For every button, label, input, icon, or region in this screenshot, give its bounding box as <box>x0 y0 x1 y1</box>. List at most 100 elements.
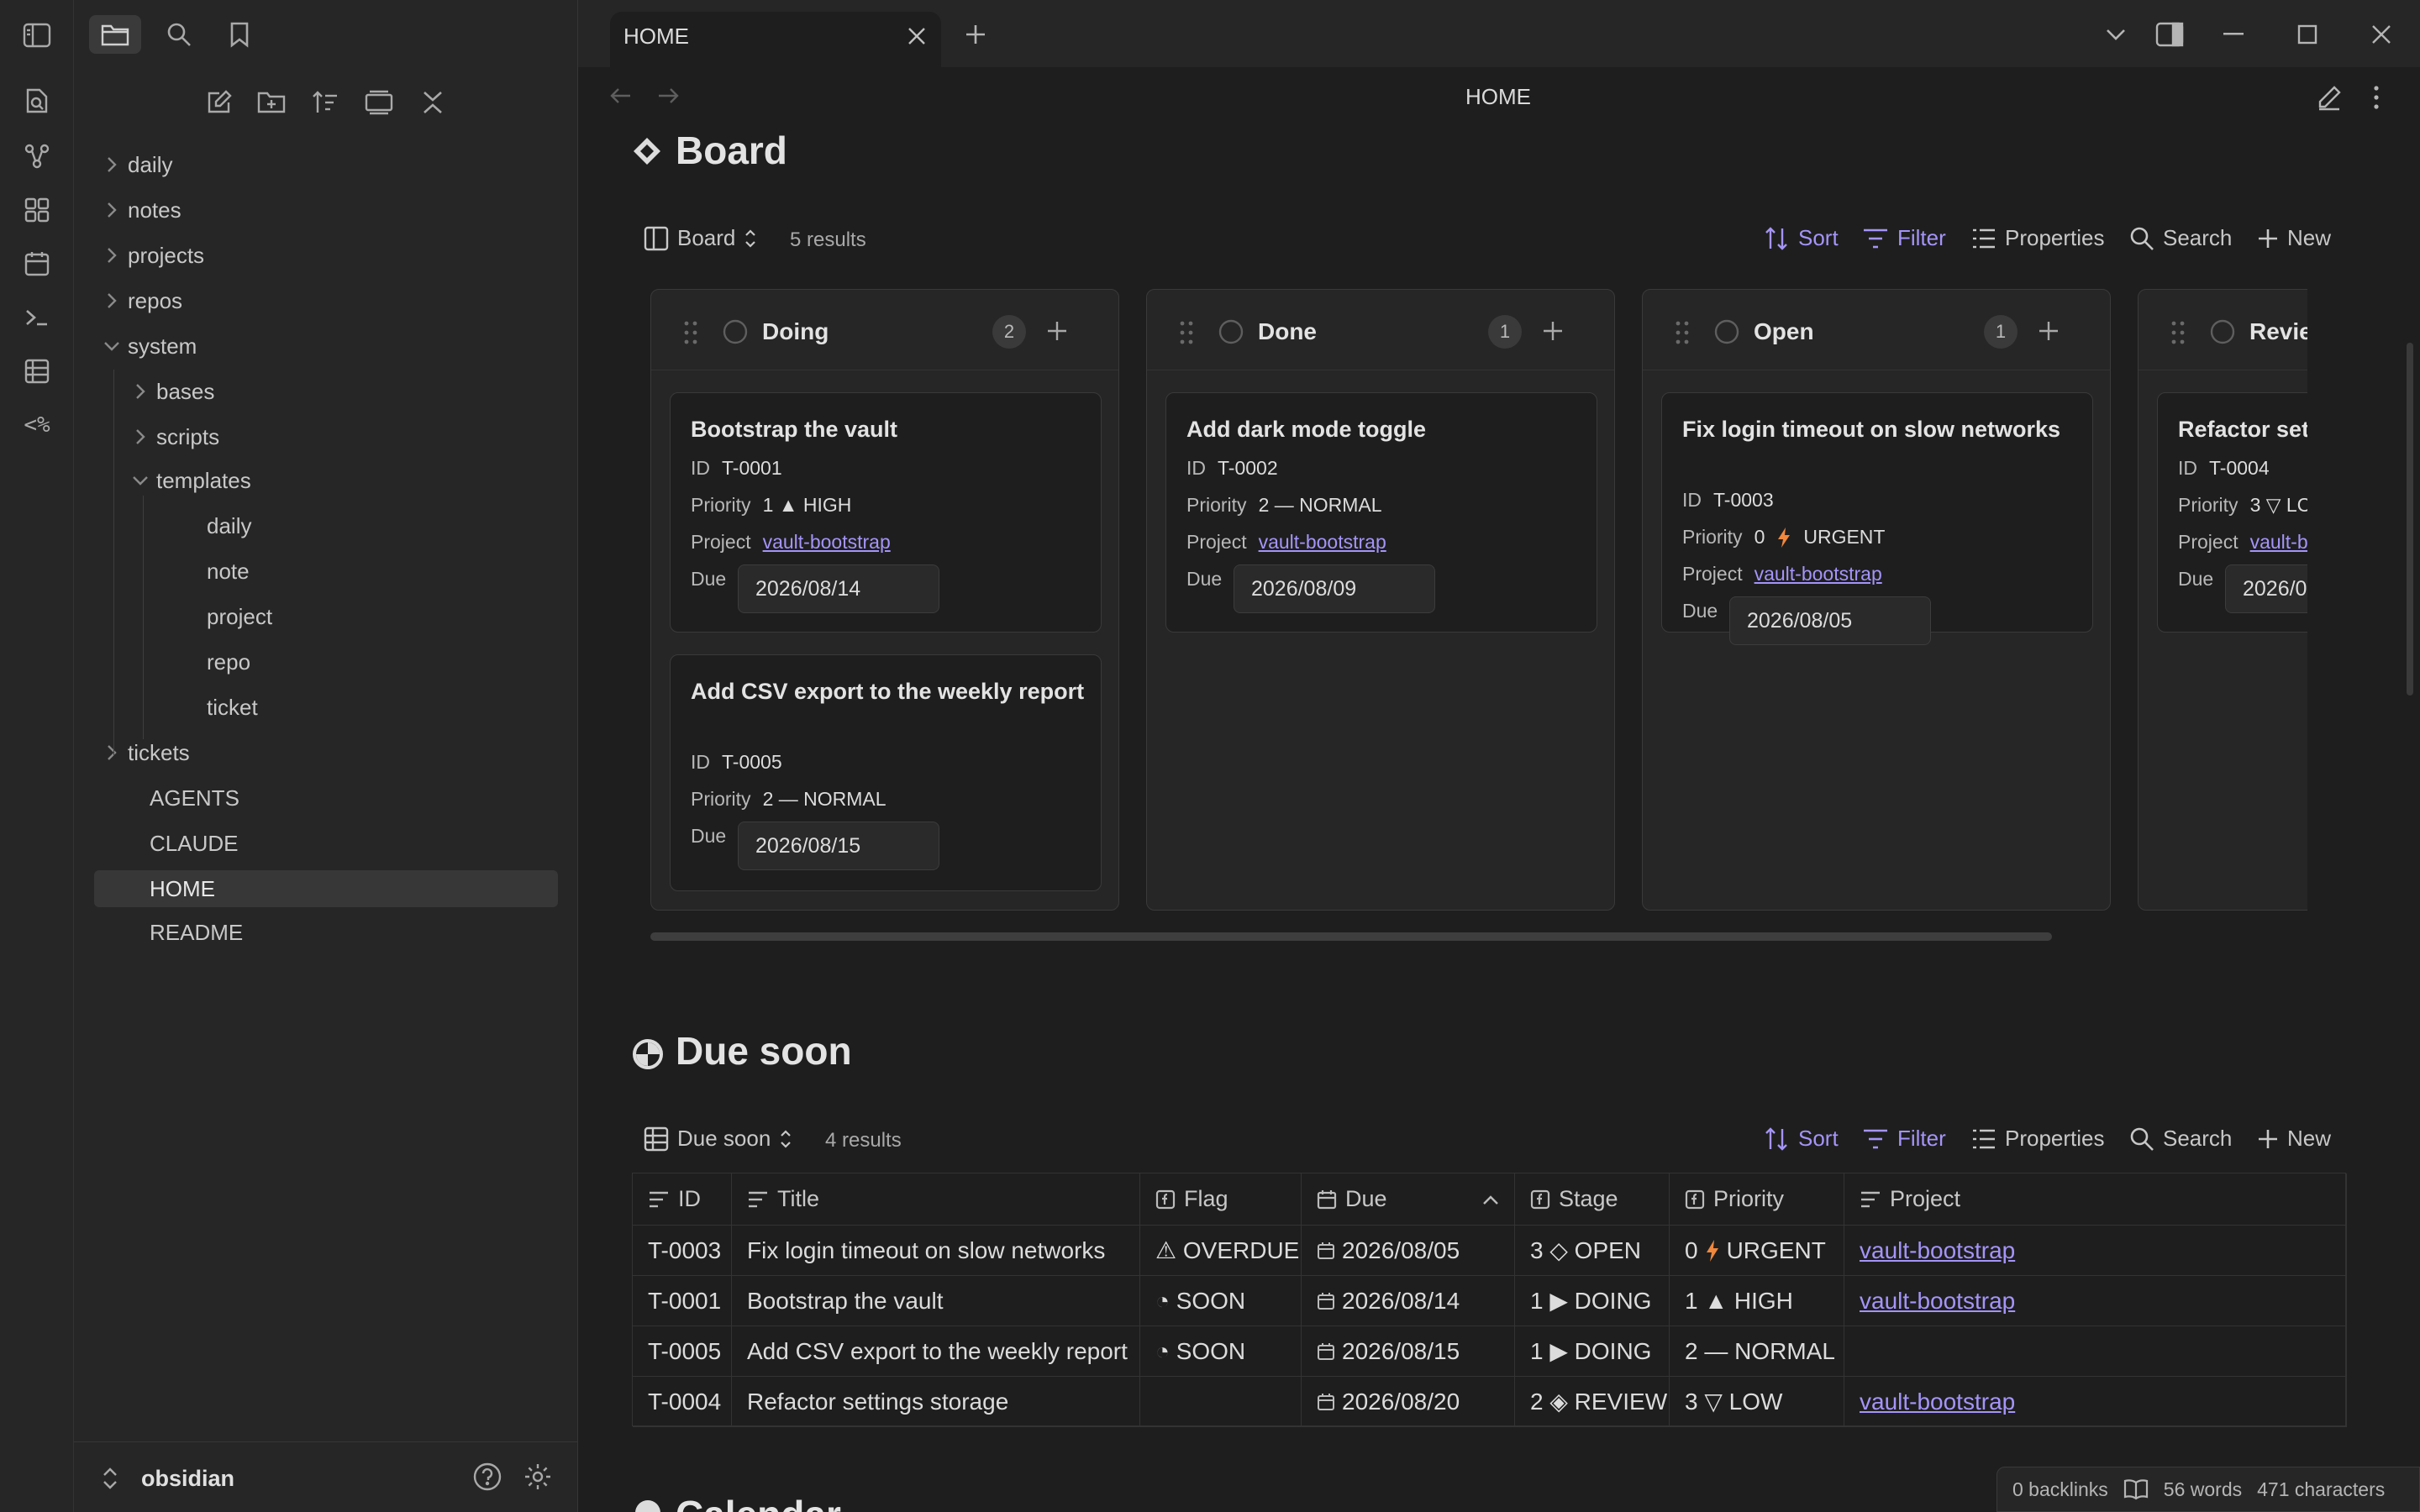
chevron-right-icon[interactable] <box>101 291 123 310</box>
due-soon-properties-button[interactable]: Properties <box>1971 1126 2105 1152</box>
table-cell-due[interactable]: 2026/08/15 <box>1302 1326 1515 1377</box>
task-card[interactable]: Fix login timeout on slow networks ID T-00… <box>1661 392 2093 645</box>
board-horizontal-scrollbar[interactable] <box>650 932 2052 941</box>
tree-file-item[interactable]: daily <box>158 507 528 544</box>
due-soon-sort-button[interactable]: Sort <box>1763 1126 1839 1152</box>
table-cell-flag[interactable]: ⚠ OVERDUE <box>1140 1226 1302 1276</box>
chevron-right-icon[interactable] <box>129 428 151 446</box>
due-soon-view-selector[interactable]: Due soon <box>644 1126 792 1152</box>
card-title[interactable]: Add CSV export to the weekly report <box>691 675 1086 707</box>
tree-folder-item[interactable]: system <box>101 328 528 365</box>
task-card[interactable]: Add dark mode toggle ID T-0002 Priority 2 — … <box>1165 392 1597 633</box>
card-title[interactable]: Bootstrap the vault <box>691 413 1086 445</box>
tree-folder-item[interactable]: bases <box>129 373 528 410</box>
column-header-flag[interactable]: Flag <box>1140 1173 1302 1226</box>
tree-file-item[interactable]: repo <box>158 643 528 680</box>
tree-file-item[interactable]: project <box>158 598 528 635</box>
column-header-title[interactable]: Title <box>732 1173 1140 1226</box>
column-header-id[interactable]: ID <box>633 1173 732 1226</box>
table-cell-project[interactable]: vault-bootstrap <box>1844 1377 2347 1427</box>
drag-handle-icon[interactable] <box>1675 320 1690 345</box>
canvas-icon[interactable] <box>18 192 55 228</box>
table-cell-flag[interactable]: ◔ SOON <box>1140 1326 1302 1377</box>
sidebar-toggle-icon[interactable] <box>18 17 55 54</box>
table-cell-stage[interactable]: 2 ◈ REVIEW <box>1515 1377 1670 1427</box>
sort-order-icon[interactable] <box>306 83 345 122</box>
page-vertical-scrollbar[interactable] <box>2407 343 2413 696</box>
due-soon-filter-button[interactable]: Filter <box>1862 1126 1946 1152</box>
table-cell-id[interactable]: T-0005 <box>633 1326 732 1377</box>
table-cell-priority[interactable]: 1 ▲ HIGH <box>1670 1276 1844 1326</box>
table-cell-project[interactable] <box>1844 1326 2347 1377</box>
graph-view-icon[interactable] <box>18 138 55 175</box>
due-soon-search-button[interactable]: Search <box>2129 1126 2232 1152</box>
table-cell-stage[interactable]: 1 ▶ DOING <box>1515 1326 1670 1377</box>
add-card-plus-icon[interactable] <box>1542 320 1564 342</box>
drag-handle-icon[interactable] <box>683 320 698 345</box>
vault-name[interactable]: obsidian <box>141 1463 234 1494</box>
card-title[interactable]: Fix login timeout on slow networks <box>1682 413 2077 445</box>
table-cell-project[interactable]: vault-bootstrap <box>1844 1226 2347 1276</box>
edit-pencil-icon[interactable] <box>2316 84 2343 111</box>
table-cell-title[interactable]: Bootstrap the vault <box>732 1276 1140 1326</box>
tree-folder-item[interactable]: projects <box>101 237 528 274</box>
table-cell-title[interactable]: Fix login timeout on slow networks <box>732 1226 1140 1276</box>
chevron-down-icon[interactable] <box>101 340 123 352</box>
table-cell-priority[interactable]: 2 — NORMAL <box>1670 1326 1844 1377</box>
backlinks-count[interactable]: 0 backlinks <box>2012 1478 2108 1501</box>
files-tab-icon[interactable] <box>89 15 141 54</box>
tree-file-item[interactable]: CLAUDE <box>101 825 528 862</box>
table-cell-title[interactable]: Add CSV export to the weekly report <box>732 1326 1140 1377</box>
table-cell-priority[interactable]: 0 URGENT <box>1670 1226 1844 1276</box>
card-due-date[interactable]: 2026/0 <box>2225 564 2307 613</box>
new-folder-icon[interactable] <box>252 83 291 122</box>
table-cell-flag[interactable] <box>1140 1377 1302 1427</box>
auto-reveal-icon[interactable] <box>360 83 398 122</box>
add-card-plus-icon[interactable] <box>2038 320 2060 342</box>
card-project-link[interactable]: vault-bootstrap <box>1259 531 1386 554</box>
tree-folder-item[interactable]: daily <box>101 146 528 183</box>
tree-file-item[interactable]: note <box>158 553 528 590</box>
tree-folder-item[interactable]: repos <box>101 282 528 319</box>
tree-folder-item[interactable]: scripts <box>129 418 528 455</box>
new-note-icon[interactable] <box>200 83 239 122</box>
card-title[interactable]: Add dark mode toggle <box>1186 413 1581 445</box>
column-header-due[interactable]: Due <box>1302 1173 1515 1226</box>
tree-folder-item[interactable]: notes <box>101 192 528 228</box>
chevron-right-icon[interactable] <box>129 382 151 401</box>
task-card[interactable]: Refactor sett ID T-0004 Priority 3 ▽ LC Proje… <box>2157 392 2307 633</box>
table-cell-flag[interactable]: ◔ SOON <box>1140 1276 1302 1326</box>
terminal-icon[interactable] <box>18 299 55 336</box>
tree-file-item[interactable]: AGENTS <box>101 780 528 816</box>
chevron-right-icon[interactable] <box>101 201 123 219</box>
card-title[interactable]: Refactor sett <box>2178 413 2307 445</box>
table-cell-id[interactable]: T-0004 <box>633 1377 732 1427</box>
table-cell-stage[interactable]: 1 ▶ DOING <box>1515 1276 1670 1326</box>
switcher-icon[interactable] <box>18 82 55 119</box>
tree-file-item[interactable]: README <box>101 914 528 951</box>
card-due-date[interactable]: 2026/08/14 <box>738 564 939 613</box>
more-options-icon[interactable] <box>2370 84 2383 111</box>
table-cell-project[interactable]: vault-bootstrap <box>1844 1276 2347 1326</box>
search-tab-icon[interactable] <box>153 15 205 54</box>
column-header-project[interactable]: Project <box>1844 1173 2347 1226</box>
drag-handle-icon[interactable] <box>2170 320 2186 345</box>
tree-folder-item[interactable]: tickets <box>101 734 528 771</box>
due-soon-new-button[interactable]: New <box>2257 1126 2331 1152</box>
table-cell-priority[interactable]: 3 ▽ LOW <box>1670 1377 1844 1427</box>
tree-file-item[interactable]: ticket <box>158 689 528 726</box>
settings-gear-icon[interactable] <box>523 1462 553 1492</box>
calendar-icon[interactable] <box>18 245 55 282</box>
task-card[interactable]: Add CSV export to the weekly report ID T-0… <box>670 654 1102 891</box>
chevron-down-icon[interactable] <box>129 475 151 486</box>
vault-switch-icon[interactable] <box>97 1463 123 1494</box>
table-cell-title[interactable]: Refactor settings storage <box>732 1377 1140 1427</box>
column-header-priority[interactable]: Priority <box>1670 1173 1844 1226</box>
table-cell-id[interactable]: T-0001 <box>633 1276 732 1326</box>
task-card[interactable]: Bootstrap the vault ID T-0001 Priority 1 ▲ H… <box>670 392 1102 633</box>
drag-handle-icon[interactable] <box>1179 320 1194 345</box>
table-cell-id[interactable]: T-0003 <box>633 1226 732 1276</box>
table-cell-due[interactable]: 2026/08/14 <box>1302 1276 1515 1326</box>
tree-folder-item[interactable]: templates <box>129 462 528 499</box>
window-close-icon[interactable] <box>2363 15 2400 54</box>
